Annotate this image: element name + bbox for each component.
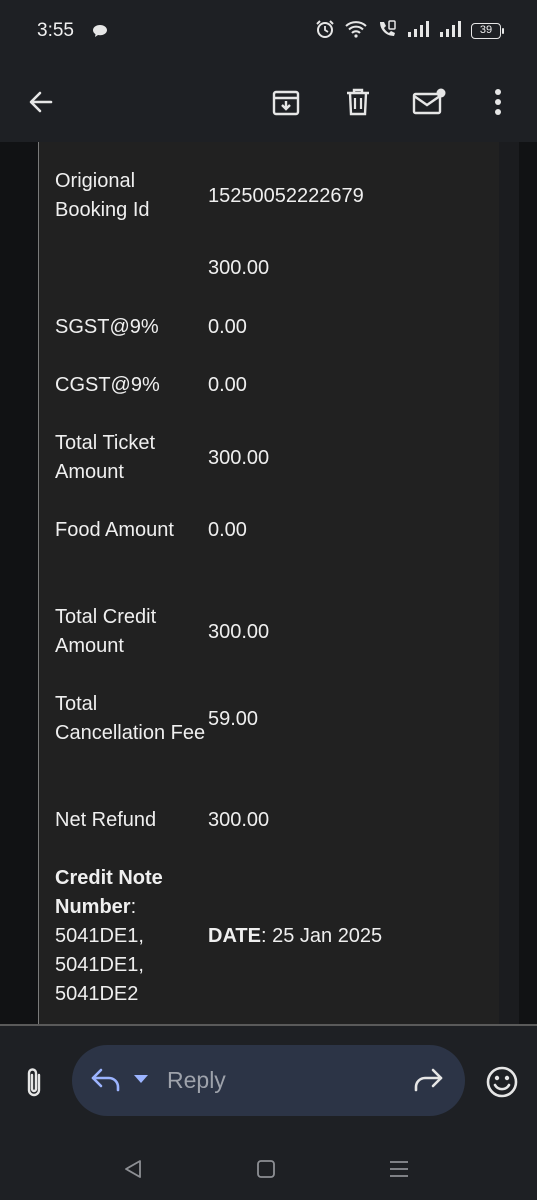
mark-unread-button[interactable] [407, 80, 451, 124]
booking-id-row: Origional Booking Id 15250052222679 [55, 167, 495, 225]
credit-note-colon: : [130, 896, 137, 918]
nav-back-icon [125, 1160, 141, 1178]
reply-icon[interactable] [90, 1067, 122, 1098]
mail-unread-icon [412, 88, 446, 115]
row-label: Food Amount [55, 519, 174, 541]
row-value: 0.00 [208, 316, 247, 338]
signal-icon [407, 20, 429, 42]
nav-home-icon [257, 1160, 275, 1178]
reply-field[interactable]: Reply [72, 1045, 465, 1116]
row-value: 300.00 [208, 809, 270, 831]
signal-icon [439, 20, 461, 42]
total-credit-amount-row: Total Credit Amount 300.00 [55, 603, 495, 661]
email-content-card: Origional Booking Id 15250052222679 300.… [38, 142, 500, 1026]
row-label: Total Credit Amount [55, 606, 157, 657]
row-value: 59.00 [208, 707, 259, 730]
food-amount-row: Food Amount 0.00 [55, 516, 495, 545]
forward-icon[interactable] [412, 1067, 444, 1098]
delete-button[interactable] [336, 80, 380, 124]
trash-icon [347, 88, 369, 116]
reply-bar: Reply [0, 1026, 537, 1136]
nav-home-button[interactable] [251, 1154, 281, 1184]
emoji-button[interactable] [482, 1062, 522, 1102]
row-label: Origional Booking Id [55, 170, 150, 221]
system-navigation-bar [0, 1136, 537, 1200]
page-margin [499, 142, 519, 1026]
status-time: 3:55 [37, 20, 74, 41]
total-ticket-amount-row: Total Ticket Amount 300.00 [55, 429, 495, 487]
net-refund-row: Net Refund 300.00 [55, 806, 495, 835]
credit-note-row: Credit Note Number: 5041DE1, 5041DE1, 50… [55, 864, 495, 1009]
back-button[interactable] [19, 80, 63, 124]
amount-row: 300.00 [55, 254, 495, 283]
row-label: SGST@9% [55, 316, 159, 338]
arrow-back-icon [29, 91, 53, 113]
total-cancellation-fee-row: Total Cancellation Fee 59.00 [55, 690, 495, 748]
nav-recents-icon [390, 1161, 408, 1177]
status-icons: 39 [315, 19, 504, 44]
row-value: 300.00 [208, 446, 270, 469]
credit-note-date: DATE: 25 Jan 2025 [208, 922, 495, 951]
nav-back-button[interactable] [118, 1154, 148, 1184]
email-body: Origional Booking Id 15250052222679 300.… [0, 142, 537, 1026]
chevron-down-icon[interactable] [134, 1075, 148, 1083]
paperclip-icon [27, 1068, 41, 1097]
row-label: Net Refund [55, 809, 157, 831]
row-label: Total Cancellation Fee [55, 693, 206, 744]
credit-note-values: 5041DE1, 5041DE1, 5041DE2 [55, 925, 144, 1005]
archive-button[interactable] [264, 80, 308, 124]
status-bar: 3:55 39 [0, 0, 537, 62]
row-value: 0.00 [208, 374, 247, 396]
reply-placeholder[interactable]: Reply [167, 1067, 226, 1094]
date-label: DATE [208, 925, 261, 947]
row-label: CGST@9% [55, 374, 160, 396]
row-value: 300.00 [208, 620, 270, 643]
row-value: 300.00 [208, 257, 270, 279]
row-value: 15250052222679 [208, 184, 364, 207]
emoji-icon [486, 1066, 518, 1098]
credit-note-number: Credit Note Number: 5041DE1, 5041DE1, 50… [55, 864, 208, 1009]
wifi-icon [345, 20, 367, 43]
wifi-call-icon [377, 19, 397, 44]
nav-recents-button[interactable] [384, 1154, 414, 1184]
more-vertical-icon [495, 89, 501, 115]
sgst-row: SGST@9% 0.00 [55, 313, 495, 342]
cgst-row: CGST@9% 0.00 [55, 371, 495, 400]
alarm-icon [315, 19, 335, 44]
archive-icon [272, 90, 300, 116]
chat-bubble-icon [92, 24, 108, 43]
more-options-button[interactable] [476, 80, 520, 124]
row-value: 0.00 [208, 519, 247, 541]
battery-level: 39 [479, 24, 493, 36]
credit-note-label: Credit Note Number [55, 867, 163, 918]
row-label: Total Ticket Amount [55, 432, 156, 483]
date-value: : 25 Jan 2025 [260, 925, 383, 947]
email-toolbar [0, 62, 537, 142]
battery-icon: 39 [471, 23, 504, 39]
attach-button[interactable] [14, 1063, 54, 1103]
